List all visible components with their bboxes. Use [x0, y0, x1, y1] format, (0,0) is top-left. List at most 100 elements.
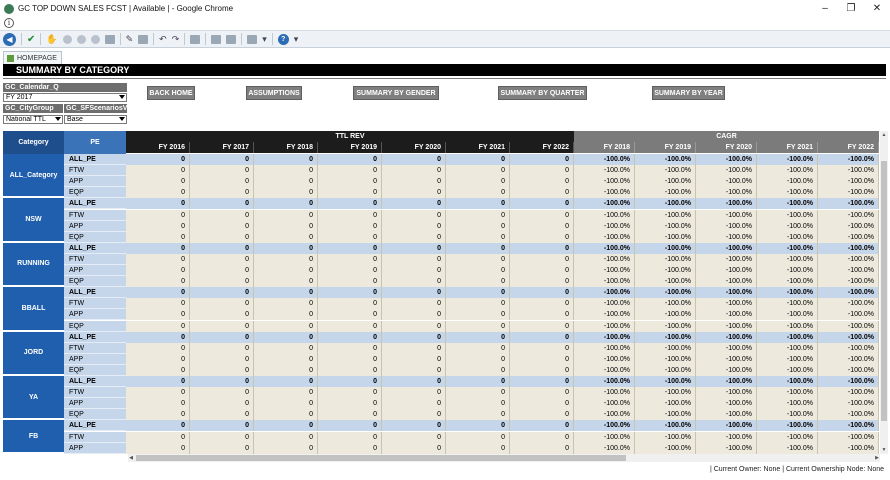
- cagr-cell: -100.0%: [574, 387, 635, 399]
- value-cell: 0: [190, 387, 254, 399]
- cagr-cell: -100.0%: [574, 165, 635, 177]
- value-cell: 0: [190, 165, 254, 177]
- square-icon[interactable]: [104, 34, 115, 44]
- help-icon[interactable]: ?: [277, 33, 289, 45]
- cagr-cell: -100.0%: [757, 442, 818, 454]
- table-icon[interactable]: [138, 34, 149, 44]
- scroll-left-icon[interactable]: ◀: [128, 454, 134, 462]
- chevron-down-icon: [119, 95, 125, 99]
- vertical-scrollbar[interactable]: ▲ ▼: [880, 131, 888, 454]
- cagr-cell: -100.0%: [757, 331, 818, 343]
- scrollbar-thumb[interactable]: [881, 161, 887, 421]
- value-cell: 0: [126, 242, 190, 254]
- chevron-down-icon[interactable]: ▾: [262, 33, 267, 45]
- citygroup-select-value: National TTL: [6, 116, 46, 123]
- summary-by-year-button[interactable]: SUMMARY BY YEAR: [652, 86, 725, 100]
- cagr-cell: -100.0%: [574, 309, 635, 321]
- value-cell: 0: [126, 364, 190, 376]
- scroll-right-icon[interactable]: ▶: [874, 454, 880, 462]
- scroll-up-icon[interactable]: ▲: [881, 132, 887, 138]
- pe-cell: FTW: [64, 342, 126, 354]
- value-cell: 0: [382, 287, 446, 299]
- value-cell: 0: [190, 298, 254, 310]
- sheet-icon: [7, 54, 14, 62]
- value-cell: 0: [126, 165, 190, 177]
- close-button[interactable]: ✕: [864, 0, 890, 17]
- chart-icon[interactable]: [226, 34, 237, 44]
- minimize-button[interactable]: –: [812, 0, 838, 17]
- value-cell: 0: [190, 320, 254, 332]
- circle-icon[interactable]: [90, 34, 100, 44]
- value-cell: 0: [446, 376, 510, 388]
- grid-icon[interactable]: [211, 34, 222, 44]
- value-cell: 0: [446, 442, 510, 454]
- chevron-down-icon[interactable]: ▾: [294, 33, 299, 45]
- cagr-cell: -100.0%: [574, 265, 635, 277]
- value-cell: 0: [254, 198, 318, 210]
- cagr-cell: -100.0%: [818, 431, 879, 443]
- cagr-cell: -100.0%: [574, 442, 635, 454]
- value-cell: 0: [126, 176, 190, 188]
- value-cell: 0: [510, 265, 574, 277]
- circle-icon[interactable]: [76, 34, 86, 44]
- back-home-button[interactable]: BACK HOME: [147, 86, 195, 100]
- cagr-cell: -100.0%: [757, 187, 818, 199]
- value-cell: 0: [126, 331, 190, 343]
- summary-by-quarter-button[interactable]: SUMMARY BY QUARTER: [498, 86, 587, 100]
- cagr-cell: -100.0%: [574, 376, 635, 388]
- undo-icon[interactable]: ↶: [159, 33, 167, 45]
- value-cell: 0: [446, 220, 510, 232]
- value-cell: 0: [254, 176, 318, 188]
- value-cell: 0: [382, 154, 446, 166]
- cagr-cell: -100.0%: [574, 276, 635, 288]
- value-cell: 0: [446, 265, 510, 277]
- year-header: FY 2016: [126, 142, 190, 153]
- scrollbar-thumb[interactable]: [136, 455, 626, 461]
- pe-cell: FTW: [64, 298, 126, 310]
- category-cell: ALL_Category: [3, 154, 64, 199]
- cagr-cell: -100.0%: [574, 364, 635, 376]
- summary-by-gender-button[interactable]: SUMMARY BY GENDER: [353, 86, 439, 100]
- cagr-cell: -100.0%: [696, 353, 757, 365]
- circle-icon[interactable]: [62, 34, 72, 44]
- pe-cell: APP: [64, 442, 126, 454]
- pe-cell: EQP: [64, 187, 126, 199]
- value-cell: 0: [382, 198, 446, 210]
- cagr-cell: -100.0%: [818, 276, 879, 288]
- value-cell: 0: [510, 342, 574, 354]
- tab-homepage[interactable]: HOMEPAGE: [3, 51, 62, 64]
- scenario-select[interactable]: Base: [64, 115, 127, 124]
- calculator-icon[interactable]: [190, 34, 201, 44]
- cagr-cell: -100.0%: [635, 165, 696, 177]
- horizontal-scrollbar[interactable]: ◀ ▶: [128, 454, 880, 462]
- value-cell: 0: [190, 420, 254, 432]
- citygroup-select[interactable]: National TTL: [3, 115, 63, 124]
- value-cell: 0: [446, 242, 510, 254]
- value-cell: 0: [318, 287, 382, 299]
- maximize-button[interactable]: ❐: [838, 0, 864, 17]
- cagr-cell: -100.0%: [757, 198, 818, 210]
- paint-icon[interactable]: ✎: [126, 33, 134, 45]
- value-cell: 0: [254, 398, 318, 410]
- year-header: FY 2019: [635, 142, 696, 153]
- pe-cell: FTW: [64, 209, 126, 221]
- value-cell: 0: [318, 420, 382, 432]
- info-icon[interactable]: i: [4, 18, 14, 28]
- value-cell: 0: [318, 409, 382, 421]
- hand-icon[interactable]: ✋: [46, 33, 57, 45]
- value-cell: 0: [190, 442, 254, 454]
- value-cell: 0: [510, 287, 574, 299]
- assumptions-button[interactable]: ASSUMPTIONS: [246, 86, 302, 100]
- calendar-select[interactable]: FY 2017: [3, 93, 127, 102]
- value-cell: 0: [446, 231, 510, 243]
- value-cell: 0: [446, 431, 510, 443]
- print-icon[interactable]: [247, 34, 258, 44]
- redo-icon[interactable]: ↷: [172, 33, 180, 45]
- value-cell: 0: [446, 420, 510, 432]
- back-arrow-icon[interactable]: ◀: [3, 32, 16, 46]
- checkmark-icon[interactable]: ✔: [27, 33, 35, 45]
- value-cell: 0: [382, 298, 446, 310]
- info-bar: i: [0, 17, 890, 29]
- scroll-down-icon[interactable]: ▼: [881, 447, 887, 453]
- cagr-cell: -100.0%: [635, 298, 696, 310]
